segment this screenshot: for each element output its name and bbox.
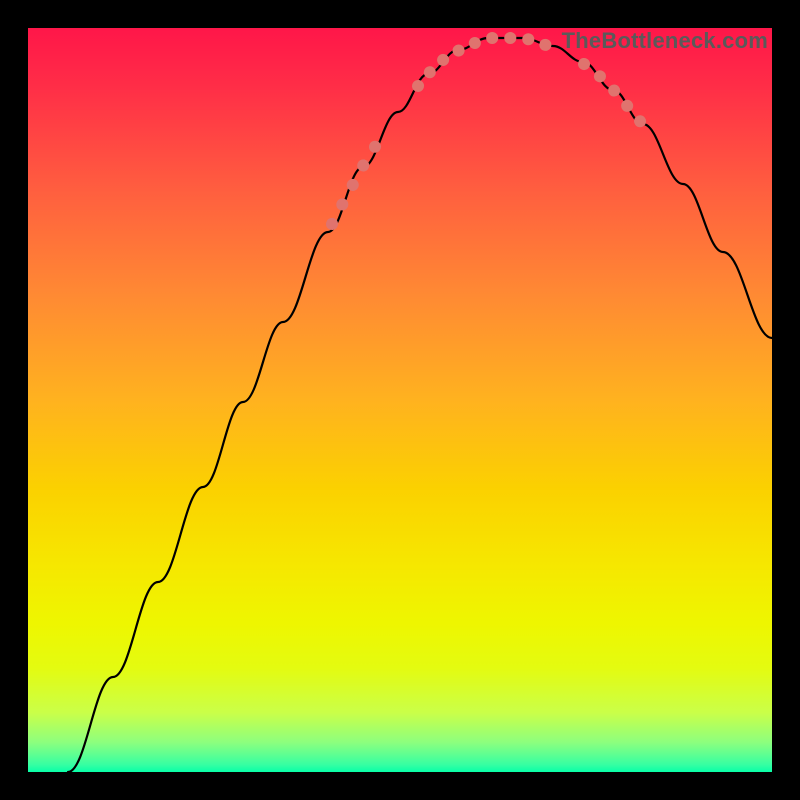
gradient-plot-area [28, 28, 772, 772]
